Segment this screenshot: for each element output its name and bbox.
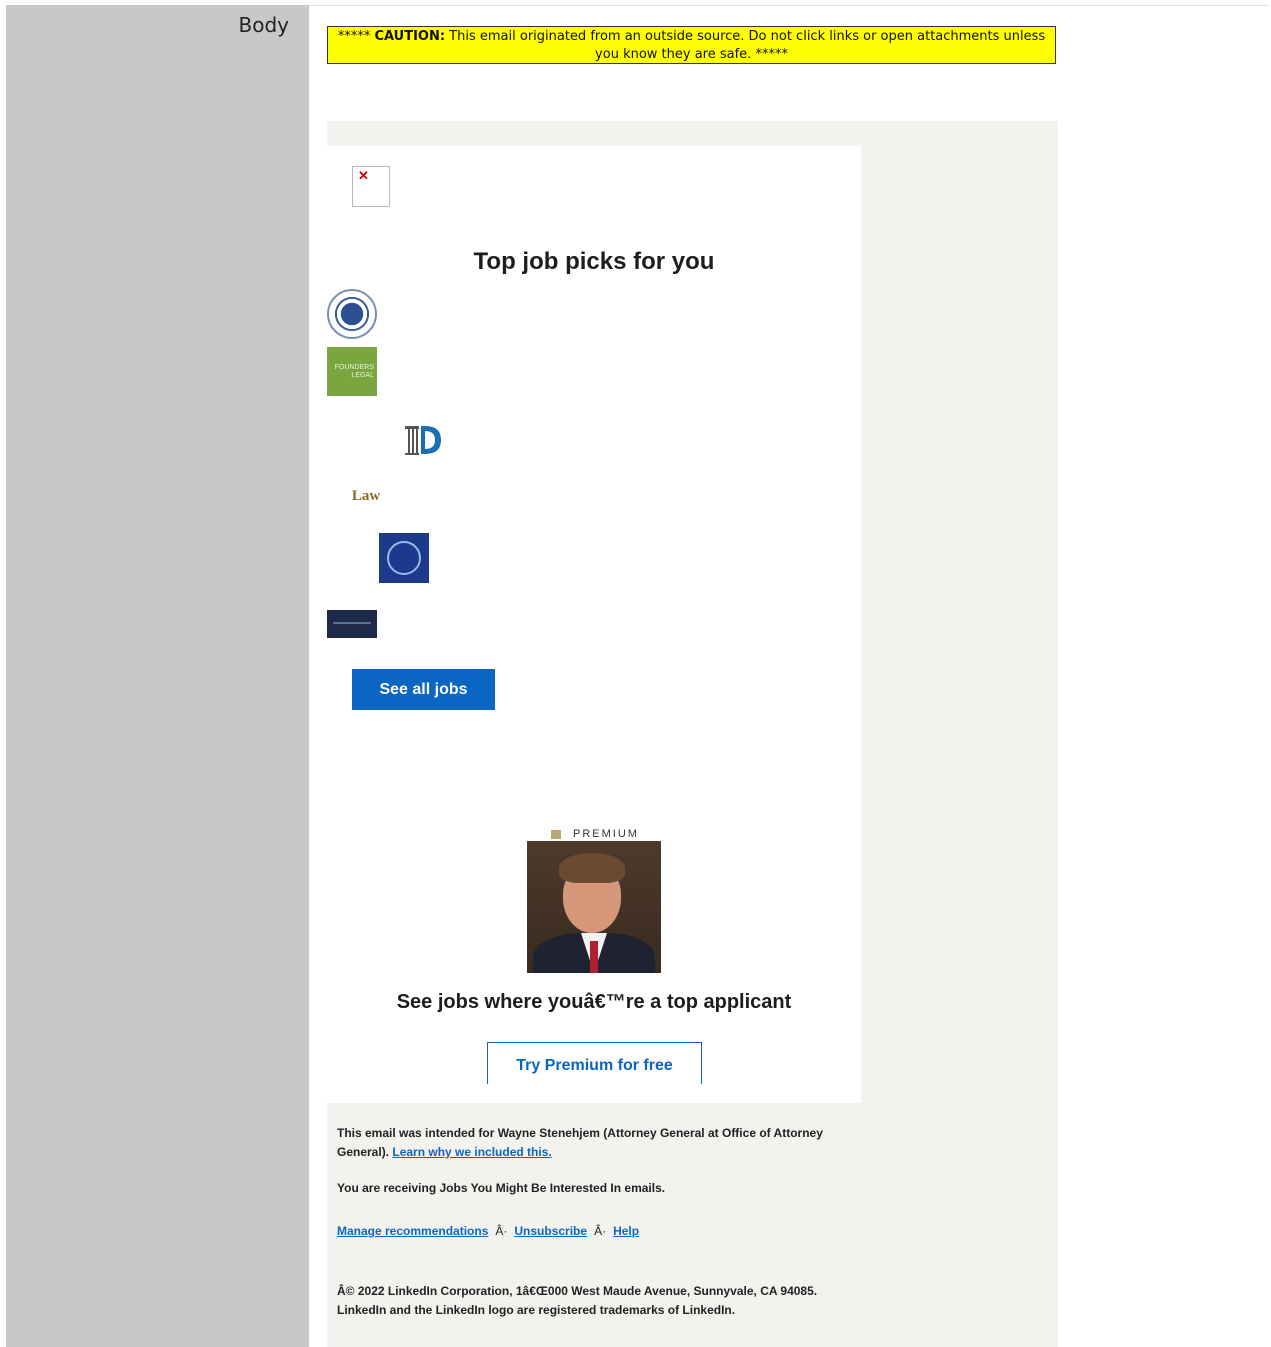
premium-label: PREMIUM [573, 828, 639, 840]
email-headline: Top job picks for you [473, 248, 715, 275]
premium-square-icon [551, 830, 561, 839]
try-premium-button[interactable]: Try Premium for free [487, 1042, 702, 1084]
photo-hair [559, 853, 625, 883]
photo-tie [590, 941, 598, 973]
footer-intended: This email was intended for Wayne Steneh… [337, 1124, 857, 1162]
learn-why-link[interactable]: Learn why we included this. [392, 1145, 551, 1159]
dhs-seal-icon[interactable] [327, 289, 377, 339]
body-field-label: Body [238, 13, 290, 37]
manage-recommendations-link[interactable]: Manage recommendations [337, 1224, 488, 1238]
caution-text: This email originated from an outside so… [445, 29, 1046, 62]
eagle-seal-logo[interactable] [379, 533, 429, 583]
caution-label: CAUTION: [374, 29, 446, 44]
field-sidebar: Body [6, 5, 309, 1347]
footer-separator: Â· [495, 1224, 508, 1238]
broken-image-icon: ✕ [352, 166, 390, 207]
caution-stars: ***** [337, 29, 375, 44]
d-column-logo[interactable] [403, 423, 443, 457]
see-all-jobs-button[interactable]: See all jobs [352, 669, 495, 710]
footer-receiving-text: You are receiving Jobs You Might Be Inte… [337, 1181, 666, 1195]
footer-links: Manage recommendations Â· Unsubscribe Â· Hel… [337, 1222, 639, 1241]
premium-headline: See jobs where youâ€™re a top applicant [396, 991, 792, 1013]
founders-legal-logo[interactable]: FOUNDERS LEGAL [327, 347, 377, 396]
dark-banner-logo[interactable] [327, 610, 377, 638]
profile-photo [527, 841, 661, 973]
footer-separator: Â· [594, 1224, 607, 1238]
d-column-logo-svg [405, 426, 441, 455]
top-divider [309, 5, 1269, 6]
footer-copyright: Â© 2022 LinkedIn Corporation, 1â€Œ000 We… [337, 1284, 818, 1317]
broken-image-glyph: ✕ [358, 168, 369, 183]
unsubscribe-link[interactable]: Unsubscribe [514, 1224, 587, 1238]
help-link[interactable]: Help [613, 1224, 639, 1238]
law-logo[interactable]: Law [342, 488, 390, 512]
law-logo-text: Law [351, 488, 381, 504]
caution-banner: ***** CAUTION: This email originated fro… [327, 26, 1056, 64]
